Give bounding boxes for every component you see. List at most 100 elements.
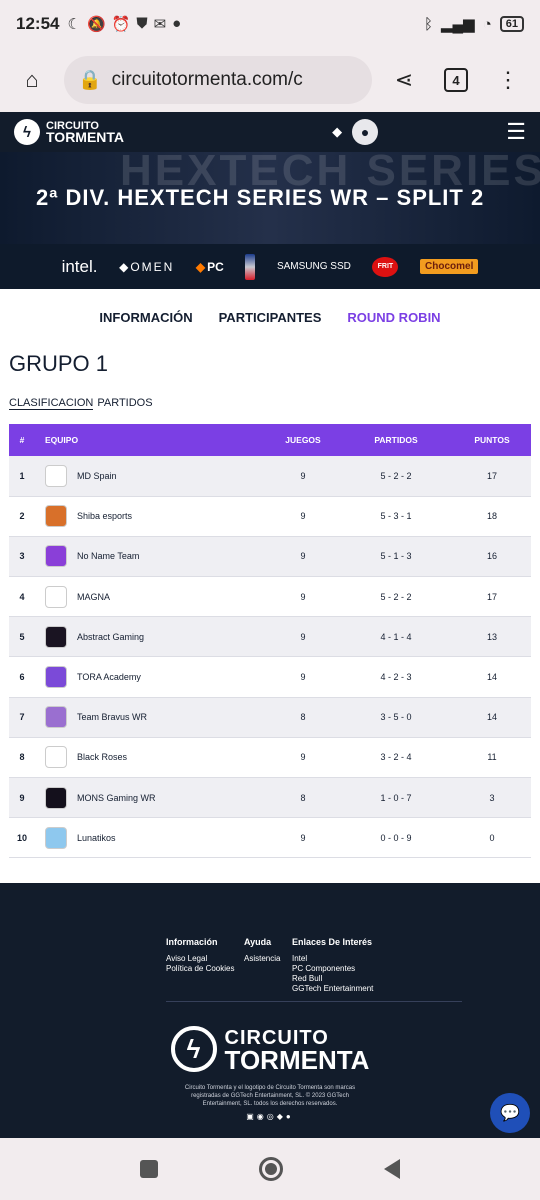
twitch-icon[interactable]: ▣ <box>246 1112 257 1121</box>
tab-switcher-button[interactable]: 4 <box>436 60 476 100</box>
cell-puntos: 18 <box>486 511 497 522</box>
cell-partidos: 1 - 0 - 7 <box>380 792 412 803</box>
footer-link[interactable]: Red Bull <box>292 974 373 983</box>
sponsor-samsung[interactable]: SAMSUNG SSD <box>277 261 351 272</box>
instagram-icon[interactable]: ◎ <box>267 1112 277 1121</box>
table-row[interactable]: 1 MD Spain 9 5 - 2 - 2 17 <box>9 456 531 497</box>
table-row[interactable]: 8 Black Roses 9 3 - 2 - 4 11 <box>9 737 531 778</box>
team-name[interactable]: Black Roses <box>77 752 127 762</box>
tab-participantes[interactable]: PARTICIPANTES <box>219 310 322 325</box>
cell-puntos: 14 <box>486 712 497 723</box>
cell-juegos: 9 <box>300 832 306 843</box>
user-avatar-icon[interactable]: ● <box>352 119 379 145</box>
cell-partidos: 5 - 2 - 2 <box>380 470 412 481</box>
home-button-icon[interactable] <box>258 1157 283 1181</box>
team-logo-icon <box>45 786 67 809</box>
moon-icon: ☾ <box>67 16 81 33</box>
footer-heading: Ayuda <box>244 937 272 947</box>
twitter-icon[interactable]: ◆ <box>277 1112 286 1121</box>
facebook-icon[interactable]: ● <box>286 1112 294 1121</box>
cell-team[interactable]: Abstract Gaming <box>35 617 267 657</box>
table-row[interactable]: 9 MONS Gaming WR 8 1 - 0 - 7 3 <box>9 777 531 818</box>
browser-toolbar: ⌂ 🔒 circuitotormenta.com/c ⋖ 4 ⋮ <box>0 48 540 112</box>
sponsor-bar: intel. ◆ OMEN ◆ PC SAMSUNG SSD FRIT Chocom… <box>0 244 540 289</box>
team-logo-icon <box>45 826 67 849</box>
footer-heading: Enlaces De Interés <box>292 937 373 947</box>
team-name[interactable]: No Name Team <box>77 551 139 561</box>
cell-team[interactable]: TORA Academy <box>35 657 267 697</box>
cell-team[interactable]: No Name Team <box>35 536 267 576</box>
team-name[interactable]: Shiba esports <box>77 511 132 521</box>
cell-juegos: 9 <box>300 631 306 642</box>
team-name[interactable]: Team Bravus WR <box>77 712 147 722</box>
cell-team[interactable]: Shiba esports <box>35 496 267 536</box>
home-icon[interactable]: ⌂ <box>12 60 52 100</box>
sponsor-chocomel[interactable]: Chocomel <box>420 259 479 274</box>
table-row[interactable]: 10 Lunatikos 9 0 - 0 - 9 0 <box>9 817 531 858</box>
header-num: # <box>19 435 25 445</box>
cell-position: 2 <box>19 511 25 522</box>
url-bar[interactable]: 🔒 circuitotormenta.com/c <box>64 56 372 104</box>
back-icon[interactable] <box>383 1159 400 1179</box>
notification-icon[interactable]: ◆ <box>332 124 342 140</box>
footer-link[interactable]: Intel <box>292 954 373 963</box>
team-name[interactable]: MONS Gaming WR <box>77 793 156 803</box>
footer-link[interactable]: Política de Cookies <box>166 964 236 973</box>
footer-divider <box>166 1001 462 1002</box>
sponsor-redbull-can[interactable] <box>245 253 256 280</box>
team-name[interactable]: Abstract Gaming <box>77 632 144 642</box>
footer-link[interactable]: GGTech Entertainment <box>292 984 373 993</box>
table-row[interactable]: 2 Shiba esports 9 5 - 3 - 1 18 <box>9 496 531 537</box>
cell-position: 4 <box>19 591 25 602</box>
footer-link[interactable]: Aviso Legal <box>166 954 236 963</box>
table-row[interactable]: 5 Abstract Gaming 9 4 - 1 - 4 13 <box>9 616 531 657</box>
cell-position: 6 <box>19 672 25 683</box>
footer-copyright: Circuito Tormenta y el logotipo de Circu… <box>184 1085 356 1107</box>
cell-team[interactable]: Team Bravus WR <box>35 697 267 737</box>
sponsor-omen[interactable]: ◆ OMEN <box>119 260 174 274</box>
team-name[interactable]: MD Spain <box>77 471 117 481</box>
cell-team[interactable]: Black Roses <box>35 737 267 777</box>
cell-team[interactable]: MAGNA <box>35 577 267 617</box>
team-logo-icon <box>45 545 67 568</box>
cell-puntos: 13 <box>486 631 497 642</box>
footer-logo-line2: TORMENTA <box>224 1045 370 1075</box>
discord-icon[interactable]: ◉ <box>257 1112 267 1121</box>
table-row[interactable]: 7 Team Bravus WR 8 3 - 5 - 0 14 <box>9 697 531 738</box>
table-row[interactable]: 4 MAGNA 9 5 - 2 - 2 17 <box>9 576 531 617</box>
tournament-title: 2ª DIV. HEXTECH SERIES WR – SPLIT 2 <box>36 185 485 210</box>
cell-team[interactable]: Lunatikos <box>35 818 267 858</box>
hamburger-menu-icon[interactable]: ☰ <box>506 119 526 145</box>
sponsor-pc-componentes[interactable]: ◆ PC <box>196 260 224 274</box>
cell-team[interactable]: MONS Gaming WR <box>35 778 267 818</box>
chat-icon[interactable]: 💬 <box>490 1093 530 1133</box>
team-name[interactable]: Lunatikos <box>77 833 116 843</box>
subtab-partidos[interactable]: PARTIDOS <box>97 397 152 410</box>
team-name[interactable]: TORA Academy <box>77 672 141 682</box>
share-icon[interactable]: ⋖ <box>384 60 424 100</box>
subtab-clasificacion[interactable]: CLASIFICACION <box>9 397 94 410</box>
table-row[interactable]: 3 No Name Team 9 5 - 1 - 3 16 <box>9 536 531 577</box>
footer-logo: ϟ CIRCUITO TORMENTA <box>0 1026 540 1075</box>
table-row[interactable]: 6 TORA Academy 9 4 - 2 - 3 14 <box>9 656 531 698</box>
cell-puntos: 3 <box>489 792 495 803</box>
team-name[interactable]: MAGNA <box>77 592 110 602</box>
bolt-icon: ϟ <box>14 119 40 145</box>
footer-link[interactable]: PC Componentes <box>292 964 373 973</box>
cell-partidos: 5 - 2 - 2 <box>380 591 412 602</box>
recent-apps-icon[interactable] <box>140 1160 159 1178</box>
cell-juegos: 9 <box>300 752 306 763</box>
more-menu-icon[interactable]: ⋮ <box>488 60 528 100</box>
footer-link[interactable]: Asistencia <box>244 954 284 963</box>
tab-informacion[interactable]: INFORMACIÓN <box>99 310 192 325</box>
cell-partidos: 4 - 1 - 4 <box>380 631 412 642</box>
footer-col-enlaces: Enlaces De Interés Intel PC Componentes … <box>292 937 373 993</box>
cell-juegos: 9 <box>300 511 306 522</box>
sponsor-frit[interactable]: FRIT <box>372 256 399 277</box>
sponsor-intel[interactable]: intel. <box>62 257 98 277</box>
cell-team[interactable]: MD Spain <box>35 456 267 496</box>
cell-position: 5 <box>19 631 25 642</box>
group-subtabs: CLASIFICACION PARTIDOS <box>0 377 540 410</box>
site-logo[interactable]: ϟ CIRCUITO TORMENTA <box>14 119 124 145</box>
tab-round-robin[interactable]: ROUND ROBIN <box>347 310 440 325</box>
